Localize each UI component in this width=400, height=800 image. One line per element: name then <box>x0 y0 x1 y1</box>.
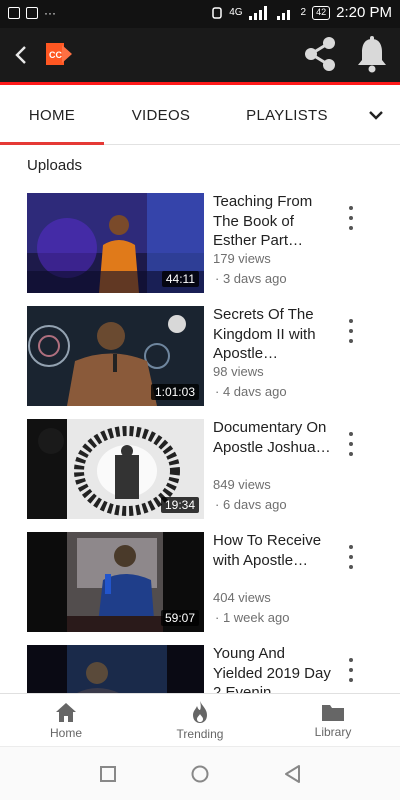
nav-home[interactable]: Home <box>11 694 121 747</box>
nav-library[interactable]: Library <box>278 694 388 747</box>
channel-tabs: HOME VIDEOS PLAYLISTS <box>0 85 400 145</box>
sim-2-label: 2 <box>300 7 307 18</box>
share-icon <box>305 37 335 71</box>
section-title: Uploads <box>27 157 83 174</box>
video-title[interactable]: Teaching From The Book of Esther Part… <box>213 192 333 251</box>
more-notifications-icon: ··· <box>44 6 56 20</box>
video-thumbnail[interactable]: 44:11 <box>27 193 204 293</box>
notifications-button[interactable] <box>354 35 390 73</box>
message-notification-icon <box>26 7 38 19</box>
channel-logo[interactable]: CC <box>46 41 72 67</box>
recent-apps-icon[interactable] <box>96 762 120 786</box>
share-button[interactable] <box>300 34 340 74</box>
video-date: · 1 week ago <box>215 610 290 625</box>
more-vert-icon <box>349 206 353 210</box>
video-title[interactable]: How To Receive with Apostle… <box>213 531 333 590</box>
tab-home[interactable]: HOME <box>0 85 104 145</box>
video-more-button[interactable] <box>343 319 359 343</box>
signal-2-icon <box>276 9 290 20</box>
video-date: · 6 davs ago <box>215 497 287 512</box>
bell-icon <box>358 36 386 73</box>
uploads-list: 44:11 Teaching From The Book of Esther P… <box>0 188 400 693</box>
status-bar: ··· 4G 2 42 2:20 PM <box>0 0 400 28</box>
video-thumbnail[interactable]: 19:34 <box>27 419 204 519</box>
nav-trending-label: Trending <box>176 727 224 741</box>
video-more-button[interactable] <box>343 432 359 456</box>
video-more-button[interactable] <box>343 206 359 230</box>
video-thumbnail[interactable]: 1:01:03 <box>27 306 204 406</box>
network-type: 4G <box>229 7 243 18</box>
channel-logo-icon: CC <box>46 43 72 65</box>
notification-icons: ··· <box>8 6 56 20</box>
video-title[interactable]: Young And Yielded 2019 Day 2 Evenin… <box>213 644 333 693</box>
video-item[interactable]: 1:01:03 Secrets Of The Kingdom II with A… <box>0 301 400 411</box>
video-date: · 4 davs ago <box>215 384 287 399</box>
video-duration: 19:34 <box>160 497 199 513</box>
gallery-notification-icon <box>8 7 20 19</box>
video-duration: 1:01:03 <box>150 384 199 400</box>
tab-videos[interactable]: VIDEOS <box>108 85 214 145</box>
more-vert-icon <box>349 658 353 662</box>
system-status: 4G 2 42 2:20 PM <box>211 4 392 21</box>
system-back-icon[interactable] <box>281 762 305 786</box>
video-views: 404 views <box>213 590 271 605</box>
video-duration: 44:11 <box>161 271 199 287</box>
system-navigation-bar <box>0 746 400 800</box>
back-button[interactable] <box>6 40 36 70</box>
nav-home-label: Home <box>49 726 82 740</box>
video-item[interactable]: Young And Yielded 2019 Day 2 Evenin… <box>0 640 400 693</box>
thumbnail-image <box>27 645 204 693</box>
status-time: 2:20 PM <box>336 4 392 21</box>
video-views: 849 views <box>213 477 271 492</box>
more-vert-icon <box>349 545 353 549</box>
chevron-down-icon <box>369 111 383 120</box>
bottom-navigation: Home Trending Library <box>0 693 400 746</box>
video-more-button[interactable] <box>343 658 359 682</box>
flame-icon <box>193 701 207 723</box>
video-views: 98 views <box>213 364 264 379</box>
video-views: 179 views <box>213 251 271 266</box>
video-date: · 3 davs ago <box>215 271 287 286</box>
nav-library-label: Library <box>314 725 352 739</box>
folder-icon <box>322 705 344 721</box>
nav-trending[interactable]: Trending <box>145 694 255 747</box>
video-title[interactable]: Secrets Of The Kingdom II with Apostle… <box>213 305 333 364</box>
signal-icon <box>248 5 267 20</box>
alarm-icon <box>212 6 222 19</box>
video-item[interactable]: 44:11 Teaching From The Book of Esther P… <box>0 188 400 298</box>
app-bar: CC <box>0 28 400 82</box>
video-title[interactable]: Documentary On Apostle Joshua… <box>213 418 333 477</box>
more-vert-icon <box>349 319 353 323</box>
tabs-more-button[interactable] <box>352 85 400 145</box>
video-duration: 59:07 <box>160 610 199 626</box>
svg-text:CC: CC <box>49 50 62 60</box>
video-thumbnail[interactable] <box>27 645 204 693</box>
tab-playlists[interactable]: PLAYLISTS <box>228 85 346 145</box>
battery-icon: 42 <box>312 5 331 20</box>
home-icon <box>56 703 76 722</box>
video-item[interactable]: 19:34 Documentary On Apostle Joshua… 849… <box>0 414 400 524</box>
back-arrow-icon <box>15 46 26 64</box>
more-vert-icon <box>349 432 353 436</box>
video-more-button[interactable] <box>343 545 359 569</box>
video-thumbnail[interactable]: 59:07 <box>27 532 204 632</box>
video-item[interactable]: 59:07 How To Receive with Apostle… 404 v… <box>0 527 400 637</box>
system-home-icon[interactable] <box>188 762 212 786</box>
